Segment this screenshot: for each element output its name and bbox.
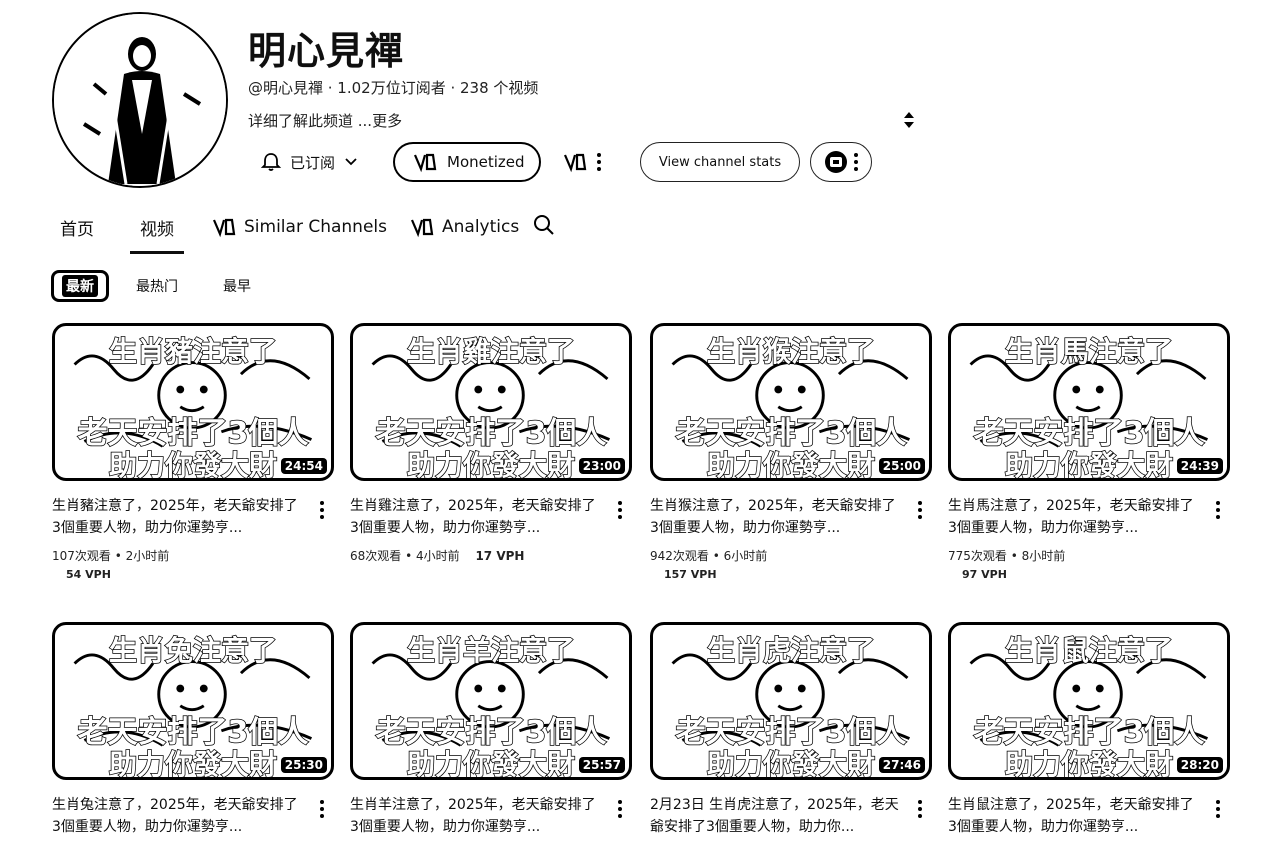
video-title[interactable]: 生肖雞注意了，2025年，老天爺安排了3個重要人物，助力你運勢亨... bbox=[350, 495, 600, 539]
video-card: 生肖豬注意了 老天安排了3個人 助力你發大財 24:54 生肖豬注意了，2025… bbox=[52, 323, 334, 581]
video-menu-icon[interactable] bbox=[918, 501, 922, 519]
tab-home-label: 首页 bbox=[60, 219, 94, 240]
video-title[interactable]: 2月23日 生肖虎注意了，2025年，老天爺安排了3個重要人物，助力你... bbox=[650, 794, 900, 838]
vidiq-icon bbox=[413, 153, 437, 173]
video-menu-icon[interactable] bbox=[618, 501, 622, 519]
extension-icon bbox=[825, 151, 847, 173]
view-channel-stats-button[interactable]: View channel stats bbox=[640, 142, 800, 182]
vidiq-icon bbox=[212, 218, 236, 238]
thumbnail-headline: 生肖兔注意了 bbox=[108, 633, 278, 668]
video-title[interactable]: 生肖兔注意了，2025年，老天爺安排了3個重要人物，助力你運勢亨... bbox=[52, 794, 302, 838]
chip-latest-label: 最新 bbox=[62, 275, 98, 297]
video-card: 生肖馬注意了 老天安排了3個人 助力你發大財 24:39 生肖馬注意了，2025… bbox=[948, 323, 1230, 581]
vidiq-icon bbox=[410, 218, 434, 238]
monk-figure-image bbox=[54, 14, 226, 186]
vidiq-menu-button[interactable] bbox=[563, 142, 613, 182]
video-thumbnail[interactable]: 生肖馬注意了 老天安排了3個人 助力你發大財 24:39 bbox=[948, 323, 1230, 481]
search-icon[interactable] bbox=[532, 213, 556, 237]
video-title[interactable]: 生肖馬注意了，2025年，老天爺安排了3個重要人物，助力你運勢亨... bbox=[948, 495, 1198, 539]
chip-popular[interactable]: 最热门 bbox=[136, 270, 178, 302]
video-views-time: 942次观看 • 6小时前 bbox=[650, 549, 768, 563]
video-card: 生肖虎注意了 老天安排了3個人 助力你發大財 27:46 2月23日 生肖虎注意… bbox=[650, 622, 932, 835]
channel-avatar[interactable] bbox=[52, 12, 228, 188]
more-vert-icon bbox=[597, 153, 601, 171]
monetized-label: Monetized bbox=[447, 153, 525, 171]
video-card: 生肖鼠注意了 老天安排了3個人 助力你發大財 28:20 生肖鼠注意了，2025… bbox=[948, 622, 1230, 835]
chip-latest[interactable]: 最新 bbox=[51, 270, 109, 302]
video-stats: 775次观看 • 8小时前 bbox=[948, 547, 1065, 564]
video-duration: 27:46 bbox=[878, 757, 925, 773]
video-vph: 17 VPH bbox=[475, 549, 525, 563]
video-thumbnail[interactable]: 生肖鼠注意了 老天安排了3個人 助力你發大財 28:20 bbox=[948, 622, 1230, 780]
thumbnail-headline: 生肖羊注意了 bbox=[406, 633, 576, 668]
subscribed-label: 已订阅 bbox=[290, 153, 336, 172]
video-duration: 25:30 bbox=[280, 757, 327, 773]
tab-similar-label: Similar Channels bbox=[244, 217, 387, 237]
tab-home[interactable]: 首页 bbox=[60, 205, 94, 249]
tab-analytics[interactable]: Analytics bbox=[410, 205, 519, 249]
monetized-button[interactable]: Monetized bbox=[393, 142, 541, 182]
video-views-time: 775次观看 • 8小时前 bbox=[948, 549, 1066, 563]
video-card: 生肖羊注意了 老天安排了3個人 助力你發大財 25:57 生肖羊注意了，2025… bbox=[350, 622, 632, 835]
chip-oldest[interactable]: 最早 bbox=[223, 270, 251, 302]
video-menu-icon[interactable] bbox=[1216, 501, 1220, 519]
video-views-time: 68次观看 • 4小时前 bbox=[350, 549, 460, 563]
thumbnail-headline: 生肖猴注意了 bbox=[706, 334, 876, 369]
expand-collapse-icon[interactable] bbox=[902, 111, 916, 129]
channel-description-link[interactable]: 详细了解此频道 ...更多 bbox=[248, 110, 402, 131]
video-stats: 942次观看 • 6小时前 bbox=[650, 547, 767, 564]
channel-tabs: 首页 视频 Similar Channels Analytics bbox=[0, 205, 1280, 254]
video-menu-icon[interactable] bbox=[1216, 800, 1220, 818]
channel-title: 明心見禪 bbox=[248, 29, 405, 73]
more-vert-icon bbox=[854, 153, 858, 171]
video-vph: 157 VPH bbox=[664, 568, 717, 581]
bell-icon bbox=[260, 153, 282, 171]
chevron-down-icon bbox=[345, 158, 357, 166]
active-tab-indicator bbox=[130, 251, 184, 254]
video-duration: 28:20 bbox=[1176, 757, 1223, 773]
video-thumbnail[interactable]: 生肖虎注意了 老天安排了3個人 助力你發大財 27:46 bbox=[650, 622, 932, 780]
video-card: 生肖猴注意了 老天安排了3個人 助力你發大財 25:00 生肖猴注意了，2025… bbox=[650, 323, 932, 581]
video-thumbnail[interactable]: 生肖兔注意了 老天安排了3個人 助力你發大財 25:30 bbox=[52, 622, 334, 780]
video-vph: 97 VPH bbox=[962, 568, 1007, 581]
video-title[interactable]: 生肖羊注意了，2025年，老天爺安排了3個重要人物，助力你運勢亨... bbox=[350, 794, 600, 838]
video-title[interactable]: 生肖豬注意了，2025年，老天爺安排了3個重要人物，助力你運勢亨... bbox=[52, 495, 302, 539]
thumbnail-headline: 生肖豬注意了 bbox=[108, 334, 278, 369]
video-thumbnail[interactable]: 生肖豬注意了 老天安排了3個人 助力你發大財 24:54 bbox=[52, 323, 334, 481]
video-menu-icon[interactable] bbox=[918, 800, 922, 818]
video-duration: 23:00 bbox=[578, 458, 625, 474]
video-card: 生肖雞注意了 老天安排了3個人 助力你發大財 23:00 生肖雞注意了，2025… bbox=[350, 323, 632, 563]
video-stats: 68次观看 • 4小时前 17 VPH bbox=[350, 547, 524, 564]
video-card: 生肖兔注意了 老天安排了3個人 助力你發大財 25:30 生肖兔注意了，2025… bbox=[52, 622, 334, 835]
video-duration: 24:39 bbox=[1176, 458, 1223, 474]
tab-similar-channels[interactable]: Similar Channels bbox=[212, 205, 387, 249]
vidiq-icon bbox=[563, 153, 587, 173]
thumbnail-headline: 生肖馬注意了 bbox=[1004, 334, 1174, 369]
tab-videos-label: 视频 bbox=[140, 219, 174, 240]
channel-meta: @明心見禪 · 1.02万位订阅者 · 238 个视频 bbox=[248, 79, 539, 97]
video-stats: 107次观看 • 2小时前 bbox=[52, 547, 169, 564]
video-vph: 54 VPH bbox=[66, 568, 111, 581]
thumbnail-headline: 生肖雞注意了 bbox=[406, 334, 576, 369]
video-title[interactable]: 生肖鼠注意了，2025年，老天爺安排了3個重要人物，助力你運勢亨... bbox=[948, 794, 1198, 838]
video-menu-icon[interactable] bbox=[618, 800, 622, 818]
subscribed-button[interactable]: 已订阅 bbox=[258, 142, 372, 182]
video-duration: 25:57 bbox=[578, 757, 625, 773]
tab-analytics-label: Analytics bbox=[442, 217, 520, 237]
video-duration: 25:00 bbox=[878, 458, 925, 474]
video-title[interactable]: 生肖猴注意了，2025年，老天爺安排了3個重要人物，助力你運勢亨... bbox=[650, 495, 900, 539]
video-thumbnail[interactable]: 生肖雞注意了 老天安排了3個人 助力你發大財 23:00 bbox=[350, 323, 632, 481]
video-thumbnail[interactable]: 生肖羊注意了 老天安排了3個人 助力你發大財 25:57 bbox=[350, 622, 632, 780]
extension-menu-button[interactable] bbox=[810, 142, 872, 182]
thumbnail-headline: 生肖鼠注意了 bbox=[1004, 633, 1174, 668]
video-duration: 24:54 bbox=[280, 458, 327, 474]
thumbnail-headline: 生肖虎注意了 bbox=[706, 633, 876, 668]
video-menu-icon[interactable] bbox=[320, 800, 324, 818]
video-menu-icon[interactable] bbox=[320, 501, 324, 519]
video-views-time: 107次观看 • 2小时前 bbox=[52, 549, 170, 563]
tab-videos[interactable]: 视频 bbox=[130, 205, 184, 254]
video-thumbnail[interactable]: 生肖猴注意了 老天安排了3個人 助力你發大財 25:00 bbox=[650, 323, 932, 481]
